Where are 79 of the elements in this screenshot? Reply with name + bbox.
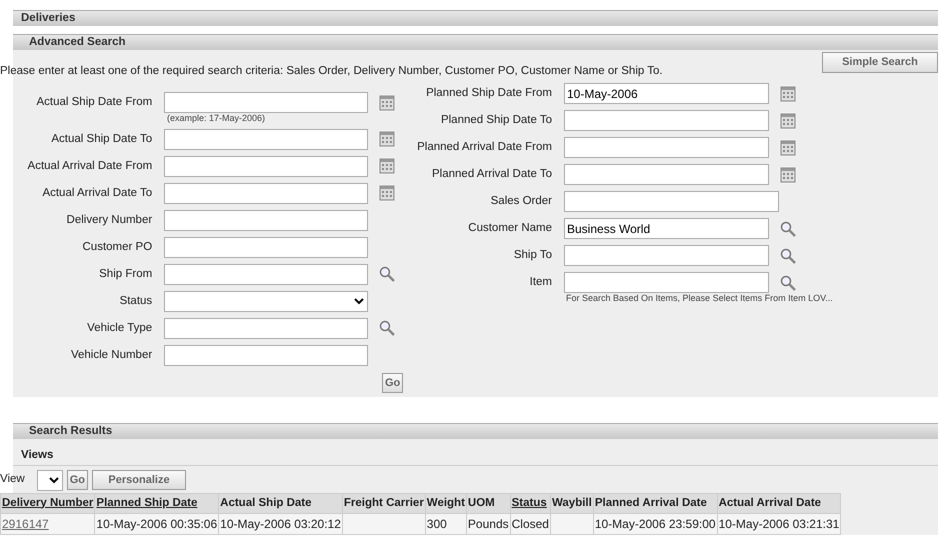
status-select[interactable] [164,290,368,312]
search-icon[interactable] [780,248,796,264]
section-header: Search Results [13,423,938,440]
field-label: Ship From [98,266,154,282]
column-header: Planned Arrival Date [593,493,718,514]
column-header: UOM [466,493,510,514]
column-header: Actual Ship Date [218,493,342,514]
input-field[interactable] [164,128,368,150]
table-cell: Closed [510,513,550,534]
field-label: Customer Name [467,221,553,236]
field-label: Actual Arrival Date To [41,186,154,201]
calendar-icon[interactable] [780,140,796,156]
field-label: Item [528,275,553,290]
input-field[interactable] [164,156,368,177]
views-title: Views [13,439,938,466]
input-field[interactable] [564,191,779,212]
input-field[interactable] [164,182,368,204]
column-header[interactable]: Status [510,493,550,514]
input-field[interactable] [164,344,368,366]
field-label: Actual Ship Date From [35,95,154,110]
input-field[interactable] [164,236,368,258]
hint-text: (example: 17-May-2006) [167,112,266,126]
input-field[interactable]: 10-May-2006 [564,83,769,104]
field-label: Planned Ship Date To [440,113,553,128]
hint-text: For Search Based On Items, Please Select Items From Item LOV... [566,292,833,306]
column-header: Weight [425,493,466,514]
field-label: Vehicle Type [86,320,154,336]
search-icon[interactable] [780,220,796,237]
search-icon[interactable] [780,274,796,291]
instruction-text: Please enter at least one of the required search criteria: Sales Order, Delivery Number, Customer PO, Customer Name or Ship To. [0,64,663,79]
calendar-icon[interactable] [780,112,796,129]
table-cell: Pounds [466,513,510,534]
column-header[interactable]: Delivery Number [0,493,95,514]
input-field[interactable] [564,137,769,158]
simple-search-button[interactable]: Simple Search [822,52,938,72]
field-label: Planned Arrival Date From [416,140,553,156]
search-icon[interactable] [379,320,395,336]
column-header[interactable]: Planned Ship Date [94,493,219,514]
input-field[interactable] [164,210,368,231]
calendar-icon[interactable] [780,166,796,183]
field-label: Actual Arrival Date From [26,158,154,174]
field-label: Status [118,294,154,309]
column-header: Freight Carrier [342,493,426,514]
table-cell: 10-May-2006 00:35:06 [94,513,219,534]
table-cell: 10-May-2006 23:59:00 [593,513,718,534]
go-button[interactable]: Go [382,372,404,394]
view-select[interactable] [36,470,63,490]
section-header: Advanced Search [13,34,938,50]
field-label: Ship To [512,248,553,264]
search-icon[interactable] [379,266,395,282]
field-label: Planned Arrival Date To [431,167,553,182]
input-field[interactable] [164,318,368,339]
input-field[interactable] [564,245,769,266]
personalize-button[interactable]: Personalize [92,470,186,490]
go-button[interactable]: Go [66,470,88,490]
field-label: Planned Ship Date From [425,86,553,102]
field-label: Vehicle Number [70,348,154,363]
field-label: Delivery Number [66,212,154,228]
input-field[interactable] [164,92,368,114]
table-cell: 300 [425,513,466,534]
field-label: Actual Ship Date To [50,132,154,147]
calendar-icon[interactable] [379,131,395,148]
table-cell: 10-May-2006 03:21:31 [717,513,841,534]
input-field[interactable]: Business World [564,218,769,240]
field-label: Customer PO [82,240,154,255]
input-field[interactable] [564,272,769,294]
calendar-icon[interactable] [379,185,395,202]
calendar-icon[interactable] [379,94,395,111]
table-cell: 10-May-2006 03:20:12 [218,513,342,534]
section-header: Deliveries [13,10,938,26]
calendar-icon[interactable] [780,86,796,102]
input-field[interactable] [164,264,368,285]
view-label: View [0,472,25,488]
calendar-icon[interactable] [379,158,395,174]
column-header: Waybill [550,493,594,514]
input-field[interactable] [564,164,769,186]
column-header: Actual Arrival Date [717,493,841,514]
field-label: Sales Order [490,194,553,210]
input-field[interactable] [564,110,769,132]
